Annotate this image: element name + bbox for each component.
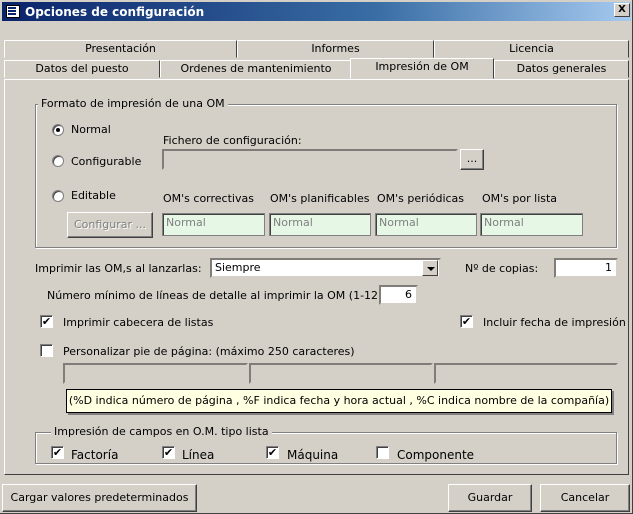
copies-label: Nº de copias: [465, 262, 539, 275]
footer-right-field[interactable] [434, 363, 618, 384]
maquina-checkbox[interactable]: ✔ [266, 446, 279, 459]
radio-configurable-label: Configurable [71, 155, 142, 168]
list-fields-legend: Impresión de campos en O.M. tipo lista [51, 425, 272, 438]
planificables-field[interactable]: Normal [269, 213, 371, 236]
tab-label: Datos generales [516, 62, 607, 75]
close-button[interactable]: X [614, 3, 630, 17]
col-por-lista-label: OM's por lista [482, 192, 558, 205]
copies-field[interactable]: 1 [554, 258, 618, 278]
periodicas-field[interactable]: Normal [375, 213, 477, 236]
format-group-legend: Formato de impresión de una OM [38, 97, 228, 110]
radio-normal-label: Normal [71, 123, 111, 136]
tab-label: Ordenes de mantenimiento [180, 62, 332, 75]
config-dialog: Opciones de configuración X Presentación… [0, 0, 633, 514]
tab-informes[interactable]: Informes [237, 40, 434, 58]
tab-impresion-de-om[interactable]: Impresión de OM [350, 58, 494, 79]
radio-configurable[interactable] [52, 155, 64, 167]
window-title: Opciones de configuración [25, 4, 205, 19]
print-on-launch-select[interactable]: Siempre [210, 258, 441, 278]
save-button[interactable]: Guardar [448, 484, 532, 512]
tab-presentacion[interactable]: Presentación [4, 40, 237, 58]
tab-licencia[interactable]: Licencia [434, 40, 629, 58]
footer-codes-tooltip: (%D indica número de página , %F indica … [66, 389, 612, 413]
radio-editable[interactable] [52, 190, 64, 202]
custom-footer-label: Personalizar pie de página: (máximo 250 … [63, 345, 355, 358]
min-lines-label: Número mínimo de líneas de detalle al im… [47, 289, 387, 302]
include-print-date-label: Incluir fecha de impresión [483, 316, 626, 329]
config-file-label: Fichero de configuración: [163, 134, 302, 147]
tab-label: Licencia [509, 42, 554, 55]
maquina-label: Máquina [287, 448, 339, 462]
configure-button[interactable]: Configurar ... [67, 212, 153, 238]
radio-normal[interactable] [52, 124, 64, 136]
componente-label: Componente [397, 448, 475, 462]
col-planificables-label: OM's planificables [270, 192, 370, 205]
tab-datos-del-puesto[interactable]: Datos del puesto [4, 60, 160, 78]
col-periodicas-label: OM's periódicas [377, 192, 465, 205]
footer-left-field[interactable] [63, 363, 248, 384]
tab-label: Impresión de OM [375, 60, 469, 73]
tab-datos-generales[interactable]: Datos generales [494, 60, 629, 78]
form-icon [6, 5, 20, 18]
correctivas-field[interactable]: Normal [162, 213, 265, 236]
tab-label: Presentación [85, 42, 156, 55]
load-defaults-button[interactable]: Cargar valores predeterminados [2, 484, 197, 512]
config-file-field[interactable] [162, 149, 458, 170]
componente-checkbox[interactable] [376, 446, 389, 459]
title-bar: Opciones de configuración [2, 2, 631, 21]
tab-ordenes-de-mantenimiento[interactable]: Ordenes de mantenimiento [160, 60, 352, 78]
tab-label: Datos del puesto [35, 62, 129, 75]
footer-center-field[interactable] [249, 363, 433, 384]
min-lines-field[interactable]: 6 [379, 285, 418, 305]
include-print-date-checkbox[interactable]: ✔ [460, 315, 473, 328]
print-on-launch-label: Imprimir las OM,s al lanzarlas: [35, 262, 202, 275]
browse-button[interactable]: ... [460, 149, 484, 170]
factoria-checkbox[interactable]: ✔ [51, 446, 64, 459]
chevron-down-icon[interactable] [422, 260, 438, 276]
tab-label: Informes [311, 42, 360, 55]
linea-checkbox[interactable]: ✔ [162, 446, 175, 459]
col-correctivas-label: OM's correctivas [163, 192, 254, 205]
radio-editable-label: Editable [71, 189, 116, 202]
linea-label: Línea [182, 448, 215, 462]
print-list-header-checkbox[interactable]: ✔ [40, 315, 53, 328]
print-on-launch-value: Siempre [215, 261, 261, 274]
custom-footer-checkbox[interactable] [40, 344, 53, 357]
print-list-header-label: Imprimir cabecera de listas [63, 316, 214, 329]
por-lista-field[interactable]: Normal [480, 213, 583, 236]
factoria-label: Factoría [71, 448, 119, 462]
cancel-button[interactable]: Cancelar [540, 484, 630, 512]
